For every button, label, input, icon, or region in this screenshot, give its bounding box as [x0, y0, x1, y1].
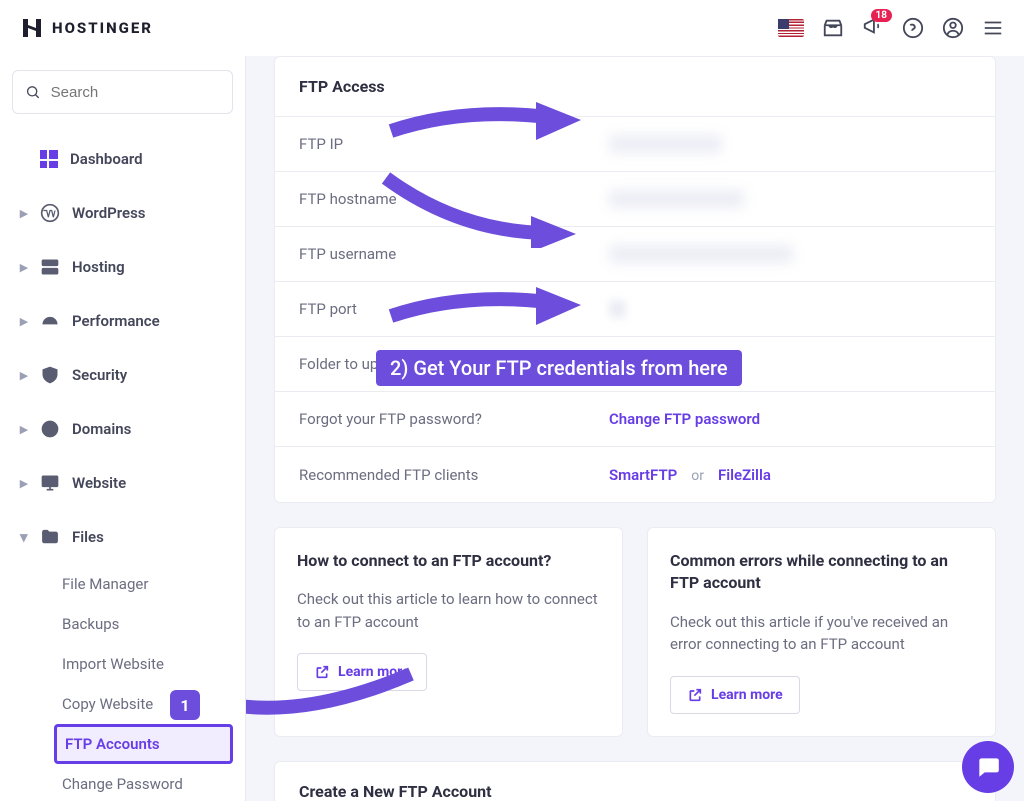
files-submenu: File Manager Backups Import Website Copy… — [12, 564, 233, 801]
content-area: FTP Access FTP IP 123.456.789.012 FTP ho… — [246, 56, 1024, 801]
chevron-right-icon: ▸ — [20, 366, 28, 384]
sidebar-item-files[interactable]: ▾ Files — [12, 510, 233, 564]
sidebar-item-website[interactable]: ▸ Website — [12, 456, 233, 510]
sidebar-item-performance[interactable]: ▸ Performance — [12, 294, 233, 348]
sub-copy-website[interactable]: Copy Website — [54, 684, 233, 724]
chevron-right-icon: ▸ — [20, 204, 28, 222]
chevron-down-icon: ▾ — [20, 528, 28, 546]
card-title: How to connect to an FTP account? — [297, 550, 600, 572]
account-icon[interactable] — [942, 17, 964, 39]
label: FTP IP — [299, 135, 609, 153]
card-desc: Check out this article to learn how to c… — [297, 588, 600, 633]
label: Recommended FTP clients — [299, 466, 609, 484]
sidebar-search[interactable] — [12, 70, 233, 114]
brand-name: HOSTINGER — [52, 19, 153, 37]
sidebar-item-dashboard[interactable]: ▸ Dashboard — [12, 132, 233, 186]
nav-label: Website — [72, 474, 126, 492]
row-ftp-hostname: FTP hostname ftp.yourdomain.com — [275, 171, 995, 226]
row-ftp-username: FTP username u1234567.yourdomain.com — [275, 226, 995, 281]
nav-label: Security — [72, 366, 127, 384]
nav-label: Domains — [72, 420, 131, 438]
nav-label: Performance — [72, 312, 160, 330]
create-ftp-title: Create a New FTP Account — [299, 782, 971, 801]
label: Forgot your FTP password? — [299, 410, 609, 428]
annotation-step-2: 2) Get Your FTP credentials from here — [376, 350, 742, 386]
label: FTP port — [299, 300, 609, 318]
nav-label: Dashboard — [70, 150, 143, 168]
chat-button[interactable] — [962, 741, 1014, 793]
brand-logo[interactable]: HOSTINGER — [20, 16, 153, 40]
search-icon — [25, 83, 41, 101]
folder-icon — [40, 527, 60, 547]
row-ftp-port: FTP port 21 — [275, 281, 995, 336]
sidebar-item-hosting[interactable]: ▸ Hosting — [12, 240, 233, 294]
sub-file-manager[interactable]: File Manager — [54, 564, 233, 604]
dashboard-icon — [40, 150, 58, 168]
chevron-right-icon: ▸ — [20, 420, 28, 438]
gauge-icon — [40, 311, 60, 331]
help-connect-card: How to connect to an FTP account? Check … — [274, 527, 623, 737]
learn-more-connect-button[interactable]: Learn more — [297, 653, 427, 691]
ftp-hostname-value: ftp.yourdomain.com — [609, 190, 744, 208]
clients-separator: or — [691, 468, 704, 484]
marketplace-icon[interactable] — [822, 17, 844, 39]
globe-icon — [40, 419, 60, 439]
sub-backups[interactable]: Backups — [54, 604, 233, 644]
monitor-icon — [40, 473, 60, 493]
wordpress-icon — [40, 203, 60, 223]
help-errors-card: Common errors while connecting to an FTP… — [647, 527, 996, 737]
notification-badge: 18 — [871, 9, 892, 22]
ftp-access-title: FTP Access — [299, 77, 971, 96]
sub-ftp-accounts[interactable]: FTP Accounts — [54, 724, 233, 764]
label: FTP hostname — [299, 190, 609, 208]
chevron-right-icon: ▸ — [20, 258, 28, 276]
ftp-username-value: u1234567.yourdomain.com — [609, 245, 793, 263]
filezilla-link[interactable]: FileZilla — [718, 466, 771, 484]
search-input[interactable] — [51, 84, 220, 101]
sidebar-item-wordpress[interactable]: ▸ WordPress — [12, 186, 233, 240]
smartftp-link[interactable]: SmartFTP — [609, 466, 677, 484]
help-cards: How to connect to an FTP account? Check … — [274, 527, 996, 737]
external-link-icon — [314, 664, 330, 680]
change-ftp-password-link[interactable]: Change FTP password — [609, 410, 760, 428]
notifications-button[interactable]: 18 — [862, 15, 884, 41]
hostinger-logo-icon — [20, 16, 44, 40]
app-header: HOSTINGER 18 — [0, 0, 1024, 56]
chevron-right-icon: ▸ — [20, 474, 28, 492]
ftp-port-value: 21 — [609, 300, 626, 318]
ftp-ip-value: 123.456.789.012 — [609, 135, 722, 153]
label: FTP username — [299, 245, 609, 263]
chevron-right-icon: ▸ — [20, 312, 28, 330]
learn-more-errors-button[interactable]: Learn more — [670, 676, 800, 714]
menu-icon[interactable] — [982, 17, 1004, 39]
locale-flag-us[interactable] — [778, 19, 804, 37]
card-desc: Check out this article if you've receive… — [670, 611, 973, 656]
nav-label: WordPress — [72, 204, 146, 222]
external-link-icon — [687, 687, 703, 703]
header-actions: 18 — [778, 15, 1004, 41]
nav-label: Hosting — [72, 258, 125, 276]
help-icon[interactable] — [902, 17, 924, 39]
sub-change-password[interactable]: Change Password — [54, 764, 233, 801]
row-ftp-clients: Recommended FTP clients SmartFTP or File… — [275, 446, 995, 502]
annotation-step-1: 1 — [170, 690, 200, 720]
sub-import-website[interactable]: Import Website — [54, 644, 233, 684]
row-ftp-ip: FTP IP 123.456.789.012 — [275, 116, 995, 171]
sidebar-item-security[interactable]: ▸ Security — [12, 348, 233, 402]
server-icon — [40, 257, 60, 277]
nav-label: Files — [72, 528, 104, 546]
ftp-access-card: FTP Access FTP IP 123.456.789.012 FTP ho… — [274, 56, 996, 503]
sidebar: ▸ Dashboard ▸ WordPress ▸ Hosting ▸ Perf… — [0, 56, 246, 801]
shield-icon — [40, 365, 60, 385]
create-ftp-card: Create a New FTP Account — [274, 761, 996, 801]
sidebar-item-domains[interactable]: ▸ Domains — [12, 402, 233, 456]
row-forgot-password: Forgot your FTP password? Change FTP pas… — [275, 391, 995, 446]
chat-icon — [975, 754, 1001, 780]
card-title: Common errors while connecting to an FTP… — [670, 550, 973, 595]
